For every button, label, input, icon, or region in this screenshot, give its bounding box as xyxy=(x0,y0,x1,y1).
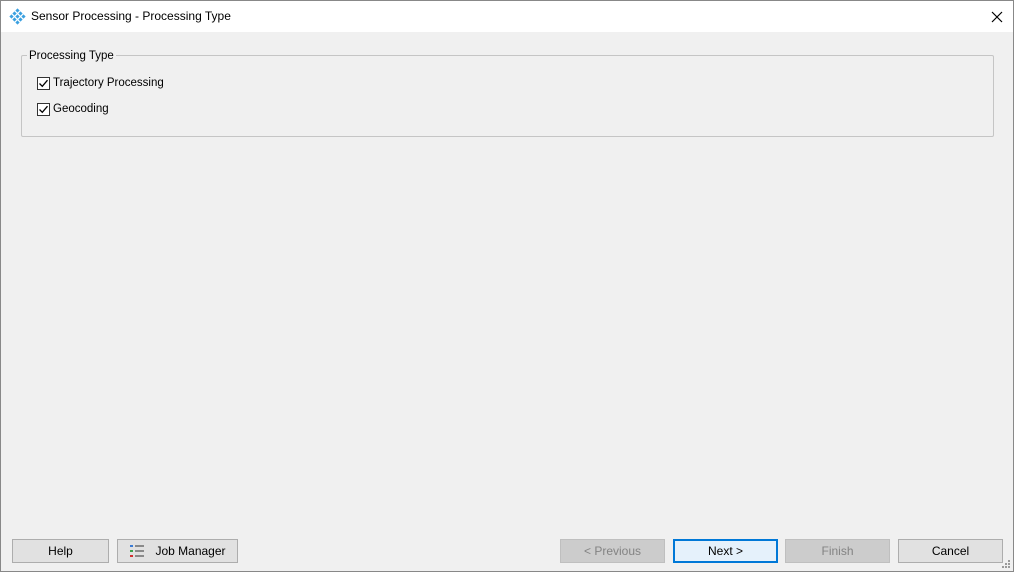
geocoding-label: Geocoding xyxy=(53,103,109,115)
geocoding-checkbox[interactable]: Geocoding xyxy=(37,102,109,116)
window-title: Sensor Processing - Processing Type xyxy=(31,9,231,23)
processing-type-group xyxy=(21,55,994,137)
close-icon xyxy=(991,11,1003,22)
trajectory-processing-checkbox[interactable]: Trajectory Processing xyxy=(37,76,164,90)
list-icon xyxy=(130,545,145,557)
resize-grip-icon[interactable] xyxy=(1001,559,1011,569)
previous-button[interactable]: < Previous xyxy=(560,539,665,563)
cancel-button[interactable]: Cancel xyxy=(898,539,1003,563)
processing-type-group-title: Processing Type xyxy=(27,50,116,62)
lattice-app-icon xyxy=(9,8,26,25)
check-icon xyxy=(39,79,48,87)
close-button[interactable] xyxy=(981,1,1013,32)
checkbox-box[interactable] xyxy=(37,76,50,90)
job-manager-label: Job Manager xyxy=(155,544,226,558)
title-bar[interactable]: Sensor Processing - Processing Type xyxy=(1,1,1013,32)
dialog-window: Sensor Processing - Processing Type Proc… xyxy=(0,0,1014,572)
help-button[interactable]: Help xyxy=(12,539,109,563)
next-button[interactable]: Next > xyxy=(673,539,778,563)
finish-button[interactable]: Finish xyxy=(785,539,890,563)
job-manager-button[interactable]: Job Manager xyxy=(117,539,238,563)
trajectory-processing-label: Trajectory Processing xyxy=(53,77,164,89)
check-icon xyxy=(39,105,48,113)
checkbox-box[interactable] xyxy=(37,102,50,116)
